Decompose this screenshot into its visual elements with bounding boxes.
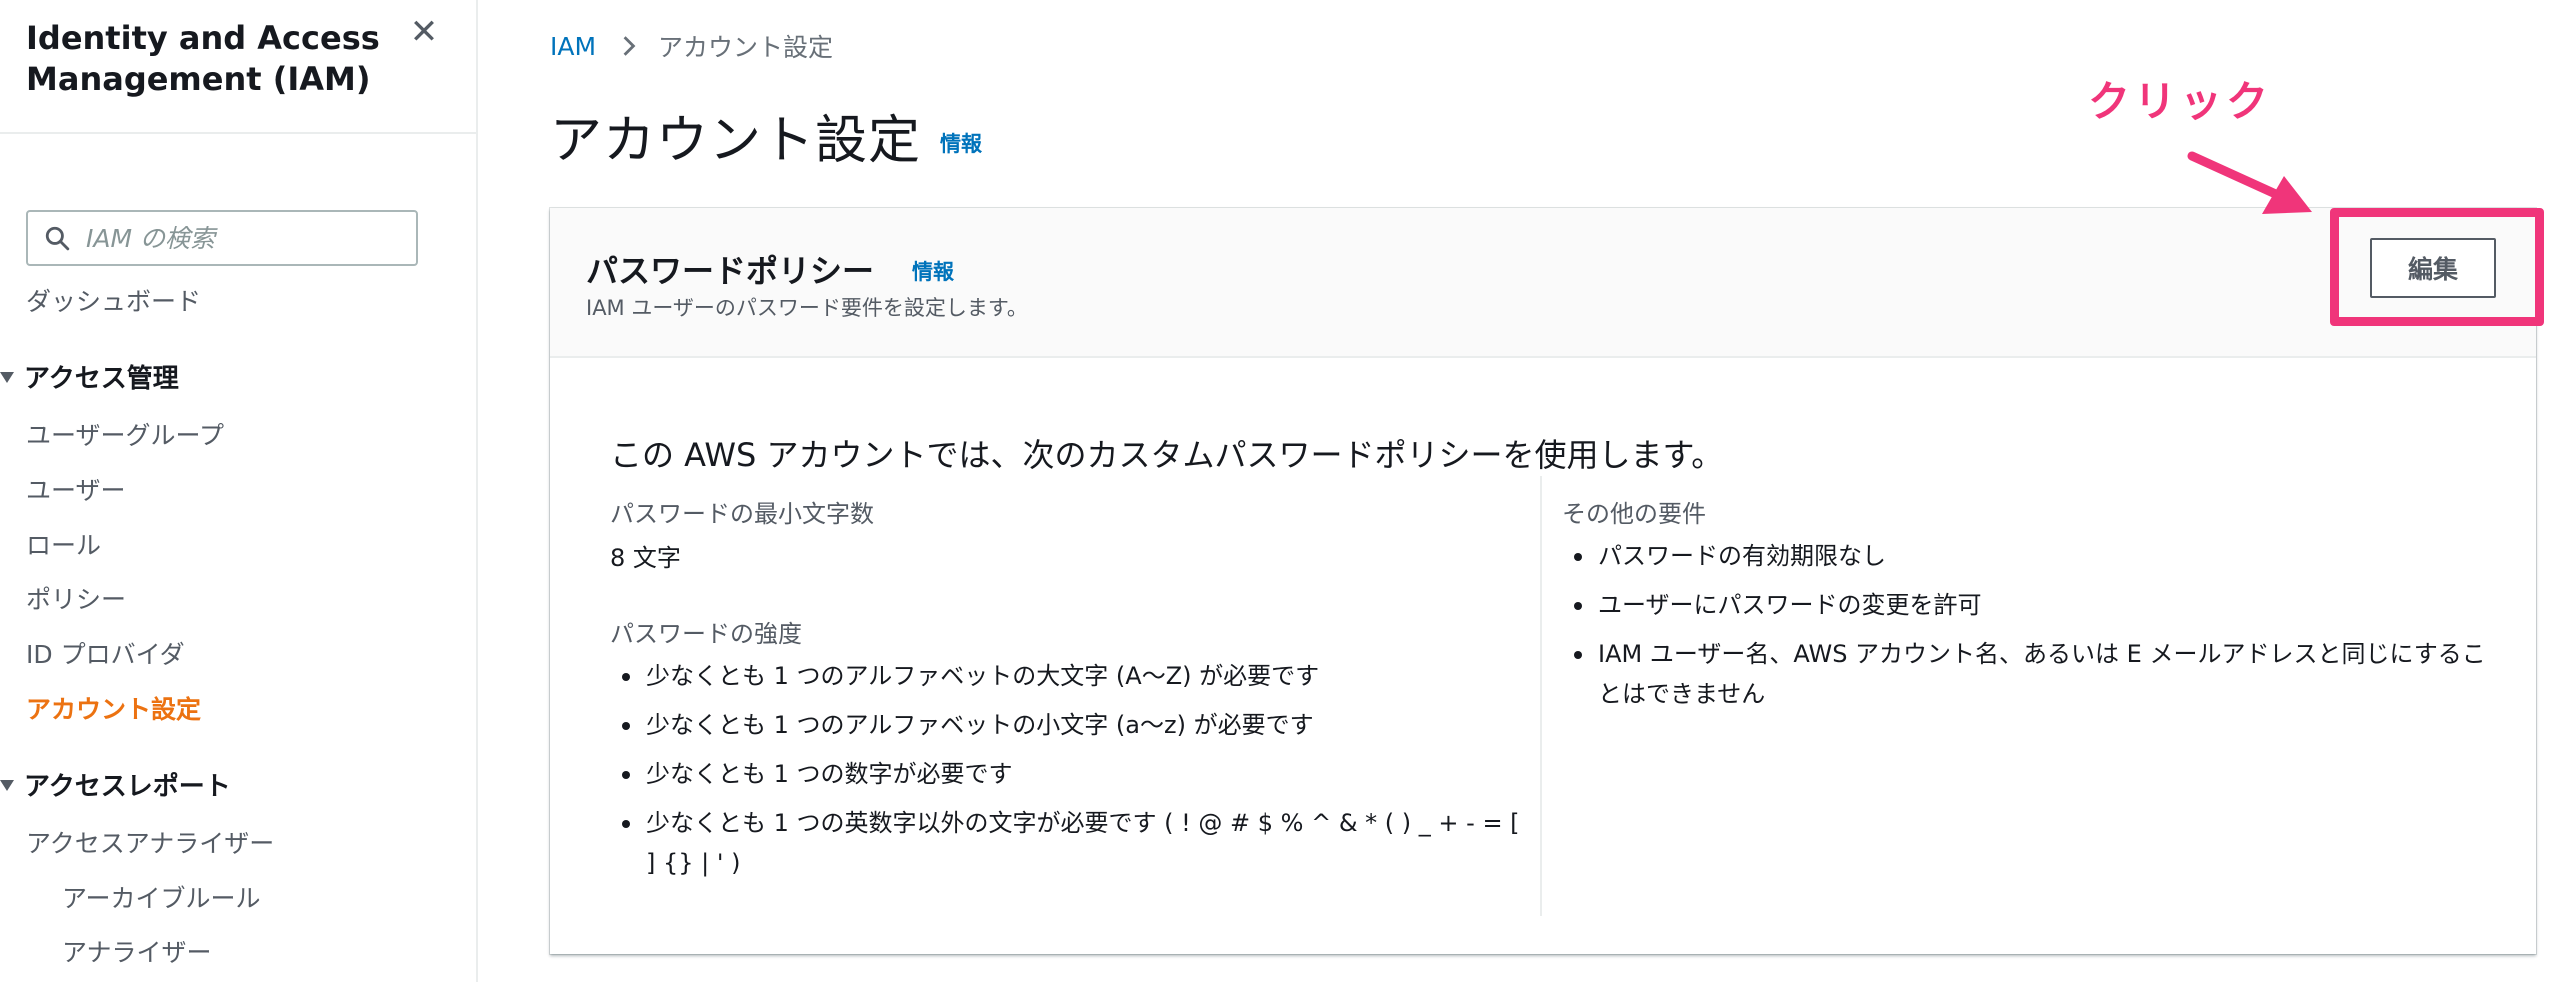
sidebar-item-identity-providers[interactable]: ID プロバイダ xyxy=(26,635,185,671)
sidebar-item-archive-rules[interactable]: アーカイブルール xyxy=(62,879,261,915)
sidebar-item-user-groups[interactable]: ユーザーグループ xyxy=(26,416,224,452)
sidebar-title: Identity and Access Management (IAM) xyxy=(26,19,380,98)
list-item: 少なくとも 1 つのアルファベットの大文字 (A〜Z) が必要です xyxy=(610,656,1530,696)
sidebar-item-users[interactable]: ユーザー xyxy=(26,471,126,507)
sidebar-item-policies[interactable]: ポリシー xyxy=(26,580,126,616)
sidebar: Identity and Access Management (IAM) ✕ ダ… xyxy=(0,0,478,982)
section-label: アクセスレポート xyxy=(24,772,231,802)
annotation-highlight-box xyxy=(2330,208,2544,326)
list-item: 少なくとも 1 つの英数字以外の文字が必要です ( ! @ # $ % ^ & … xyxy=(610,803,1530,883)
sidebar-search[interactable] xyxy=(26,210,418,266)
breadcrumb-iam-link[interactable]: IAM xyxy=(550,32,596,61)
sidebar-item-roles[interactable]: ロール xyxy=(26,526,101,562)
password-policy-panel: パスワードポリシー 情報 IAM ユーザーのパスワード要件を設定します。 編集 … xyxy=(550,208,2536,954)
column-divider xyxy=(1540,476,1542,916)
other-requirements-label: その他の要件 xyxy=(1562,500,1706,528)
strength-list: 少なくとも 1 つのアルファベットの大文字 (A〜Z) が必要です 少なくとも … xyxy=(610,656,1530,892)
sidebar-item-dashboard[interactable]: ダッシュボード xyxy=(26,282,201,318)
page-info-link[interactable]: 情報 xyxy=(940,128,982,158)
panel-title: パスワードポリシー xyxy=(586,252,875,290)
list-item: 少なくとも 1 つの数字が必要です xyxy=(610,754,1530,794)
sidebar-item-account-settings[interactable]: アカウント設定 xyxy=(26,690,201,726)
annotation-label: クリック xyxy=(2088,77,2273,126)
panel-description: IAM ユーザーのパスワード要件を設定します。 xyxy=(586,296,1028,320)
page-title: アカウント設定 xyxy=(550,111,922,171)
search-input[interactable] xyxy=(86,223,406,253)
policy-intro: この AWS アカウントでは、次のカスタムパスワードポリシーを使用します。 xyxy=(610,436,1724,474)
breadcrumb: IAM アカウント設定 xyxy=(550,28,833,64)
sidebar-divider xyxy=(0,132,476,134)
sidebar-section-access-management[interactable]: アクセス管理 xyxy=(0,358,179,395)
list-item: IAM ユーザー名、AWS アカウント名、あるいは E メールアドレスと同じにす… xyxy=(1562,634,2502,714)
sidebar-item-access-analyzer[interactable]: アクセスアナライザー xyxy=(26,824,274,860)
caret-down-icon xyxy=(0,780,14,791)
sidebar-item-analyzers[interactable]: アナライザー xyxy=(62,933,212,969)
search-icon xyxy=(45,226,70,251)
list-item: ユーザーにパスワードの変更を許可 xyxy=(1562,585,2502,625)
sidebar-section-access-reports[interactable]: アクセスレポート xyxy=(0,766,231,803)
other-requirements-list: パスワードの有効期限なし ユーザーにパスワードの変更を許可 IAM ユーザー名、… xyxy=(1562,536,2502,723)
close-icon[interactable]: ✕ xyxy=(406,14,442,50)
panel-info-link[interactable]: 情報 xyxy=(912,256,954,286)
strength-label: パスワードの強度 xyxy=(610,620,802,648)
min-length-label: パスワードの最小文字数 xyxy=(610,500,874,528)
annotation-arrow-icon xyxy=(2187,151,2312,214)
list-item: 少なくとも 1 つのアルファベットの小文字 (a〜z) が必要です xyxy=(610,705,1530,745)
section-label: アクセス管理 xyxy=(24,364,179,394)
caret-down-icon xyxy=(0,372,14,383)
list-item: パスワードの有効期限なし xyxy=(1562,536,2502,576)
chevron-right-icon xyxy=(623,36,636,56)
min-length-value: 8 文字 xyxy=(610,544,681,572)
breadcrumb-current: アカウント設定 xyxy=(658,33,834,62)
panel-header: パスワードポリシー 情報 IAM ユーザーのパスワード要件を設定します。 編集 xyxy=(550,208,2536,358)
